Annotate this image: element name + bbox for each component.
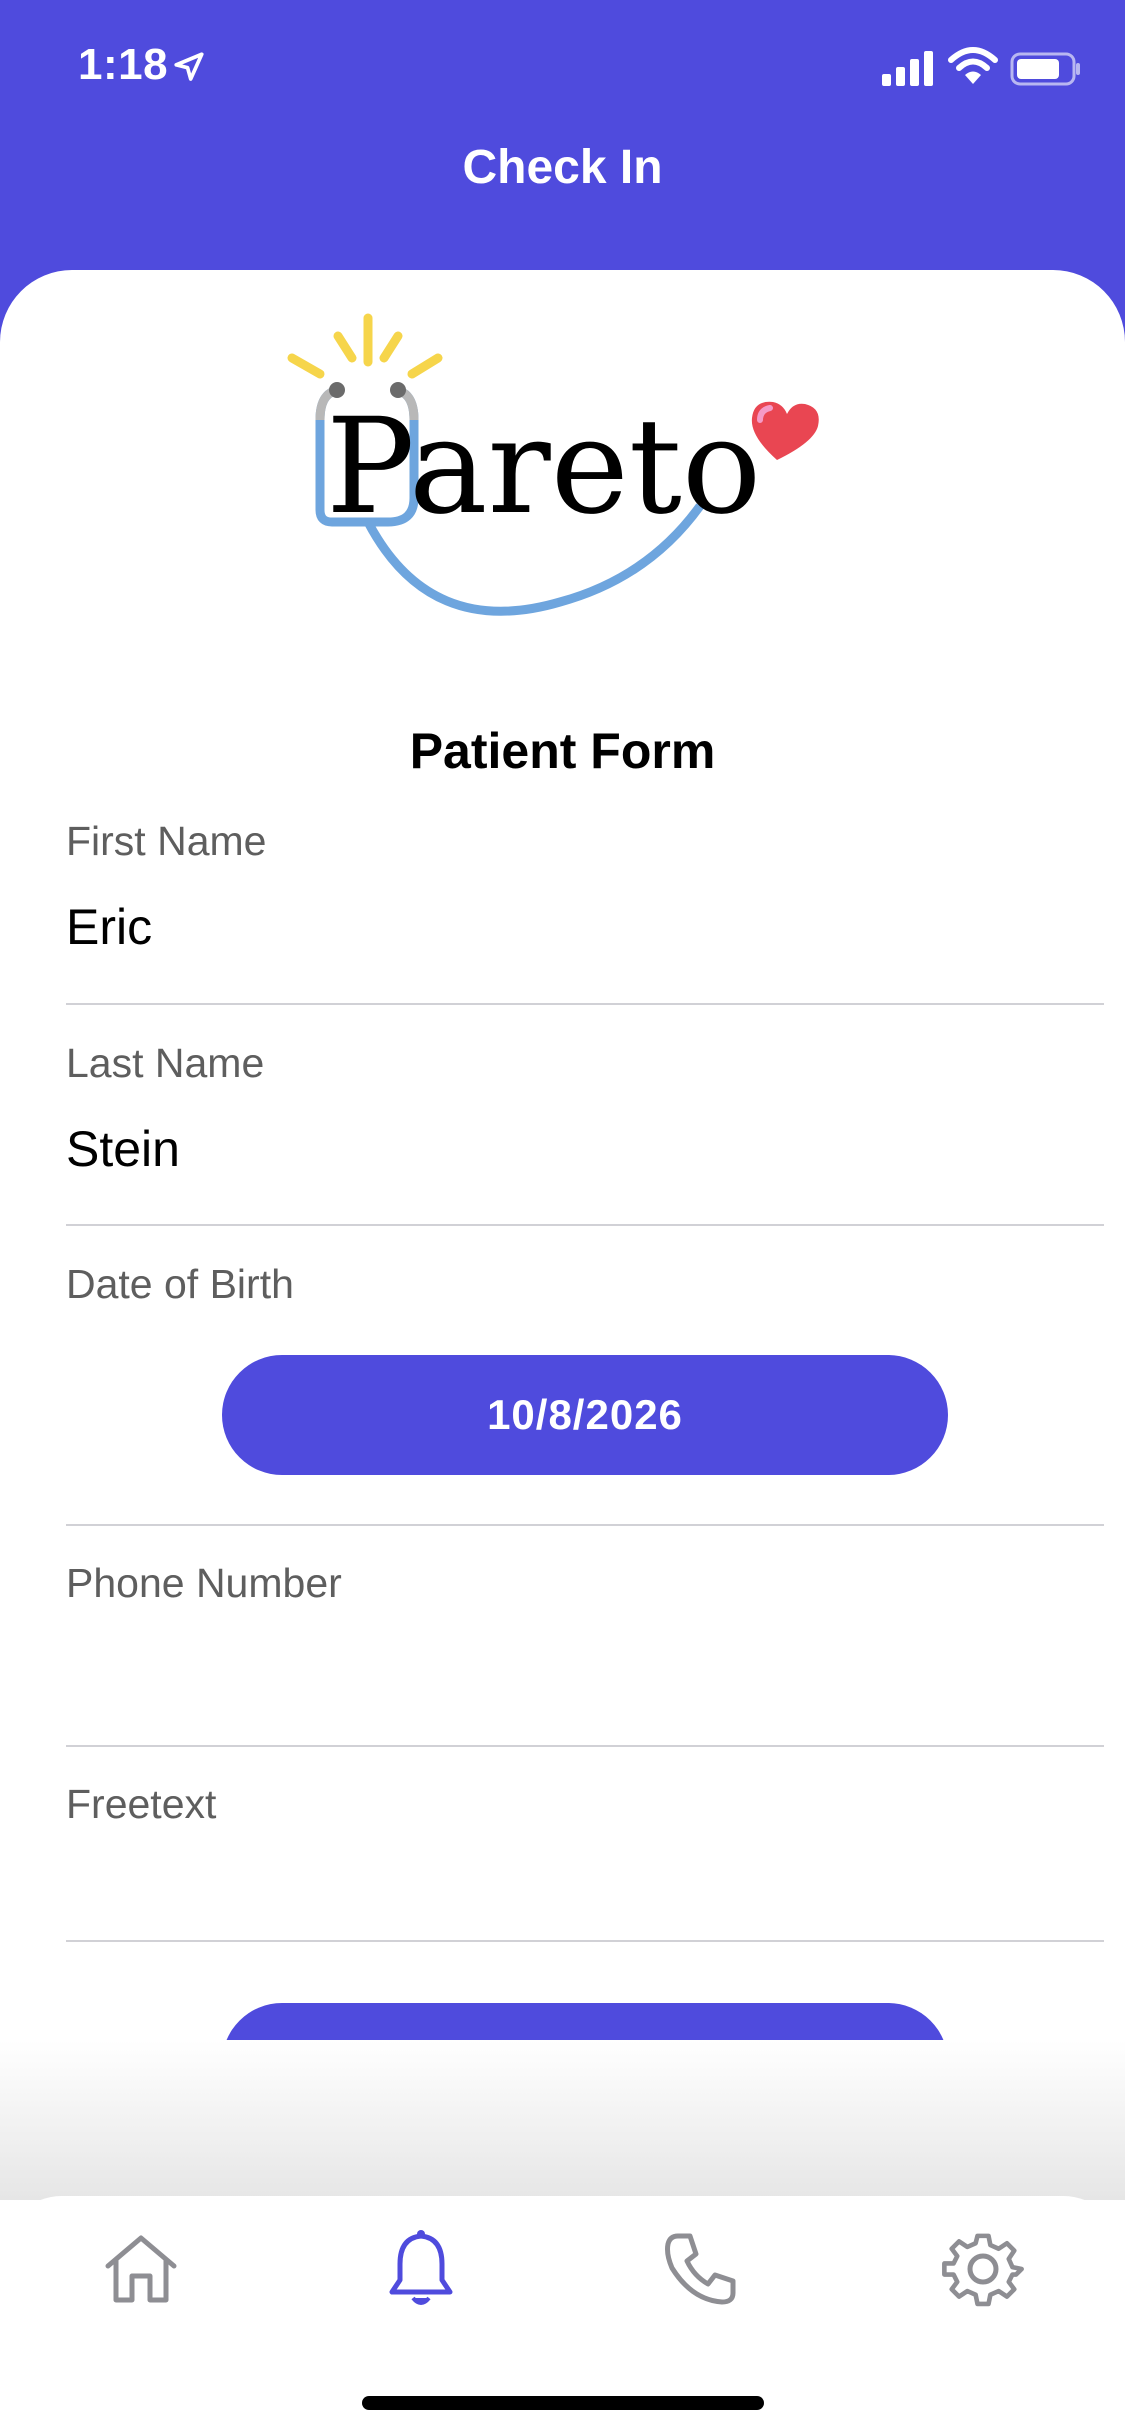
last-name-field[interactable]: Stein [66, 1120, 180, 1178]
battery-icon [1010, 52, 1080, 86]
phone-label: Phone Number [66, 1560, 342, 1606]
cellular-signal-icon [882, 51, 933, 86]
freetext-label: Freetext [66, 1781, 217, 1827]
home-icon[interactable] [96, 2224, 186, 2314]
location-arrow-icon [174, 52, 204, 81]
divider [66, 1003, 1104, 1005]
divider [66, 1940, 1104, 1942]
gear-icon[interactable] [938, 2224, 1028, 2314]
first-name-label: First Name [66, 818, 267, 864]
page-title: Check In [462, 141, 663, 194]
divider [66, 1745, 1104, 1747]
dob-picker-button[interactable]: 10/8/2026 [222, 1355, 948, 1475]
form-title: Patient Form [409, 723, 716, 779]
freetext-field[interactable] [66, 1850, 1104, 1920]
phone-field[interactable] [66, 1640, 1104, 1710]
home-indicator [362, 2396, 764, 2410]
status-bar: 1:18 [0, 0, 1125, 140]
first-name-field[interactable]: Eric [66, 898, 152, 956]
dob-label: Date of Birth [66, 1261, 294, 1307]
last-name-label: Last Name [66, 1040, 265, 1086]
divider [66, 1224, 1104, 1226]
pareto-logo: Pareto [287, 313, 819, 616]
wifi-icon [948, 47, 998, 84]
divider [66, 1524, 1104, 1526]
status-time: 1:18 [78, 40, 169, 89]
tab-bar-shadow [0, 2040, 1125, 2200]
logo-text: Pareto [326, 390, 761, 544]
phone-icon[interactable] [656, 2224, 746, 2314]
bell-icon[interactable] [376, 2224, 466, 2314]
